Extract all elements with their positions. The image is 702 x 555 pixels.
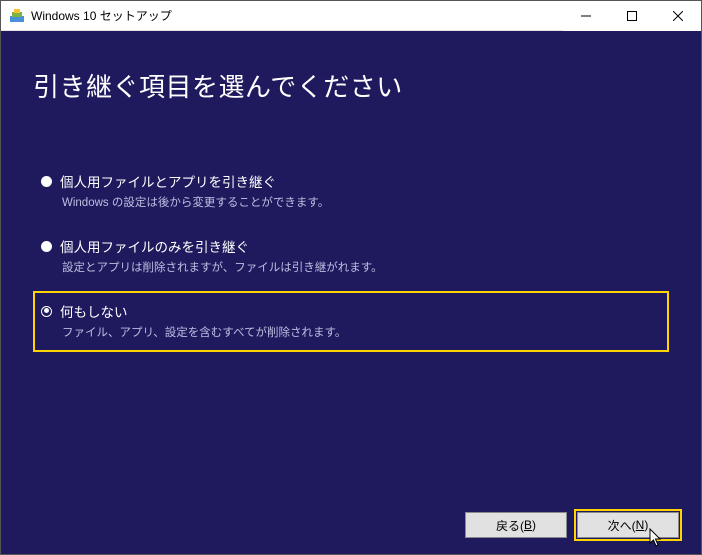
option-label: 個人用ファイルとアプリを引き継ぐ [60,171,276,191]
options-group: 個人用ファイルとアプリを引き継ぐ Windows の設定は後から変更することがで… [33,161,669,356]
minimize-button[interactable] [563,1,609,31]
next-button-key: N [636,518,645,532]
window-title: Windows 10 セットアップ [31,7,563,24]
option-label: 何もしない [60,301,128,321]
option-head: 個人用ファイルとアプリを引き継ぐ [41,171,661,191]
app-icon [9,8,25,24]
maximize-button[interactable] [609,1,655,31]
next-button[interactable]: 次へ(N) [577,512,679,538]
next-button-suffix: ) [644,518,648,532]
option-desc: ファイル、アプリ、設定を含むすべてが削除されます。 [62,324,661,340]
close-button[interactable] [655,1,701,31]
option-label: 個人用ファイルのみを引き継ぐ [60,236,249,256]
titlebar: Windows 10 セットアップ [1,1,701,31]
option-head: 何もしない [41,301,661,321]
back-button-key: B [524,518,532,532]
window-controls [563,1,701,30]
radio-icon [41,241,52,252]
footer-buttons: 戻る(B) 次へ(N) [465,512,679,538]
content-area: 引き継ぐ項目を選んでください 個人用ファイルとアプリを引き継ぐ Windows … [1,31,701,554]
option-keep-files-only[interactable]: 個人用ファイルのみを引き継ぐ 設定とアプリは削除されますが、ファイルは引き継がれ… [33,226,669,287]
radio-icon [41,176,52,187]
radio-icon [41,306,52,317]
option-nothing[interactable]: 何もしない ファイル、アプリ、設定を含むすべてが削除されます。 [33,291,669,352]
back-button-suffix: ) [532,518,536,532]
option-desc: 設定とアプリは削除されますが、ファイルは引き継がれます。 [62,259,661,275]
option-keep-files-apps[interactable]: 個人用ファイルとアプリを引き継ぐ Windows の設定は後から変更することがで… [33,161,669,222]
option-head: 個人用ファイルのみを引き継ぐ [41,236,661,256]
option-desc: Windows の設定は後から変更することができます。 [62,194,661,210]
setup-window: Windows 10 セットアップ 引き継ぐ項目を選んでください 個人用ファイル… [0,0,702,555]
next-button-prefix: 次へ( [608,517,636,534]
page-heading: 引き継ぐ項目を選んでください [33,67,403,104]
back-button[interactable]: 戻る(B) [465,512,567,538]
back-button-prefix: 戻る( [496,517,524,534]
